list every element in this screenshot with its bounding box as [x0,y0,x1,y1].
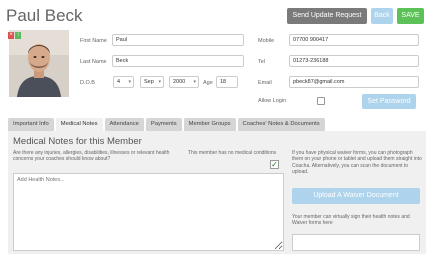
last-name-field[interactable]: Beck [112,55,244,67]
first-name-label: First Name [80,38,107,44]
dob-year-value: 2000 [173,79,186,85]
no-conditions-checkbox[interactable]: ✓ [270,160,279,169]
mobile-field[interactable]: 07700 900417 [289,34,419,46]
tel-label: Tel [258,59,266,65]
set-password-button[interactable]: Set Password [362,94,416,109]
age-label: Age [203,80,213,86]
mobile-label: Mobile [258,38,275,44]
health-notes-input[interactable] [13,173,284,251]
medical-notes-title: Medical Notes for this Member [13,136,142,147]
delete-photo-icon[interactable]: × [8,32,14,39]
chevron-down-icon: ▾ [193,79,196,85]
first-name-field[interactable]: Paul [112,34,244,46]
tab-payments[interactable]: Payments [145,118,182,131]
dob-year-select[interactable]: 2000 ▾ [169,76,199,88]
last-name-label: Last Name [80,59,107,65]
page-title: Paul Beck [6,6,83,25]
dob-day-value: 4 [117,79,121,85]
dob-day-select[interactable]: 4 ▾ [113,76,134,88]
save-button[interactable]: SAVE [397,8,424,24]
tab-important-info[interactable]: Important Info [8,118,54,131]
photo-actions: × ↑ [8,32,21,39]
allow-login-checkbox[interactable] [317,97,325,105]
back-button[interactable]: Back [371,8,393,24]
dob-label: D.O.B [80,80,95,86]
tab-member-groups[interactable]: Member Groups [183,118,236,131]
chevron-down-icon: ▾ [158,79,161,85]
send-update-request-button[interactable]: Send Update Request [287,8,367,24]
health-question: Are there any injuries, allergies, disab… [13,150,170,162]
tab-coaches-notes[interactable]: Coaches' Notes & Documents [237,118,325,131]
upload-photo-icon[interactable]: ↑ [15,32,21,39]
avatar-image [9,30,69,97]
email-field[interactable]: pbeck87@gmail.com [289,76,419,88]
waiver-signature-box[interactable] [292,234,420,251]
dob-month-select[interactable]: Sep ▾ [140,76,164,88]
tab-attendance[interactable]: Attendance [104,118,144,131]
age-field[interactable]: 18 [216,76,238,88]
allow-login-label: Allow Login [258,98,287,104]
chevron-down-icon: ▾ [128,79,131,85]
waiver-instructions: If you have physical waiver forms, you c… [292,150,422,175]
tel-field[interactable]: 01273-236188 [289,55,419,67]
email-label: Email [258,80,272,86]
tab-bar: Important Info Medical Notes Attendance … [8,118,325,131]
virtual-sign-text: Your member can virtually sign their hea… [292,214,410,227]
checkmark-icon: ✓ [271,160,278,169]
member-photo [9,30,69,97]
dob-month-value: Sep [144,79,154,85]
upload-waiver-button[interactable]: Upload A Waiver Document [292,188,420,204]
no-conditions-label: This member has no medical conditions [188,150,277,156]
tab-medical-notes[interactable]: Medical Notes [55,118,103,131]
